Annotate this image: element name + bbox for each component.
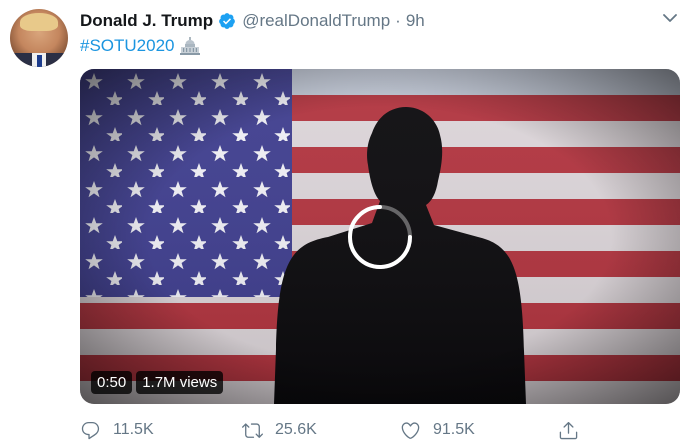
video-badges: 0:50 1.7M views xyxy=(91,371,224,394)
reply-icon xyxy=(81,421,100,439)
share-button[interactable] xyxy=(558,418,579,442)
video-views-badge: 1.7M views xyxy=(136,371,224,394)
video-duration-badge: 0:50 xyxy=(91,371,133,394)
like-icon xyxy=(401,421,420,439)
retweet-icon xyxy=(242,422,263,438)
video-player[interactable]: 0:50 1.7M views xyxy=(80,69,680,404)
reply-button[interactable]: 11.5K xyxy=(80,418,154,442)
tweet-header: Donald J. Trump @realDonaldTrump · 9h xyxy=(80,10,425,32)
reply-count: 11.5K xyxy=(113,421,154,438)
retweet-count: 25.6K xyxy=(275,421,317,438)
tweet-actions: 11.5K 25.6K 91.5K xyxy=(80,418,680,442)
hashtag-link[interactable]: #SOTU2020 xyxy=(80,36,175,56)
author-name[interactable]: Donald J. Trump xyxy=(80,11,213,31)
capitol-icon xyxy=(179,37,200,55)
avatar[interactable] xyxy=(10,9,68,67)
tweet-text: #SOTU2020 xyxy=(80,35,201,57)
like-count: 91.5K xyxy=(433,421,475,438)
separator-dot: · xyxy=(395,11,401,30)
author-handle[interactable]: @realDonaldTrump xyxy=(242,11,390,31)
verified-badge-icon xyxy=(219,13,236,29)
timestamp[interactable]: 9h xyxy=(406,11,425,31)
share-icon xyxy=(559,421,578,439)
like-button[interactable]: 91.5K xyxy=(400,418,475,442)
chevron-down-icon[interactable] xyxy=(663,13,677,23)
loading-spinner-icon xyxy=(348,205,412,269)
retweet-button[interactable]: 25.6K xyxy=(242,418,317,442)
